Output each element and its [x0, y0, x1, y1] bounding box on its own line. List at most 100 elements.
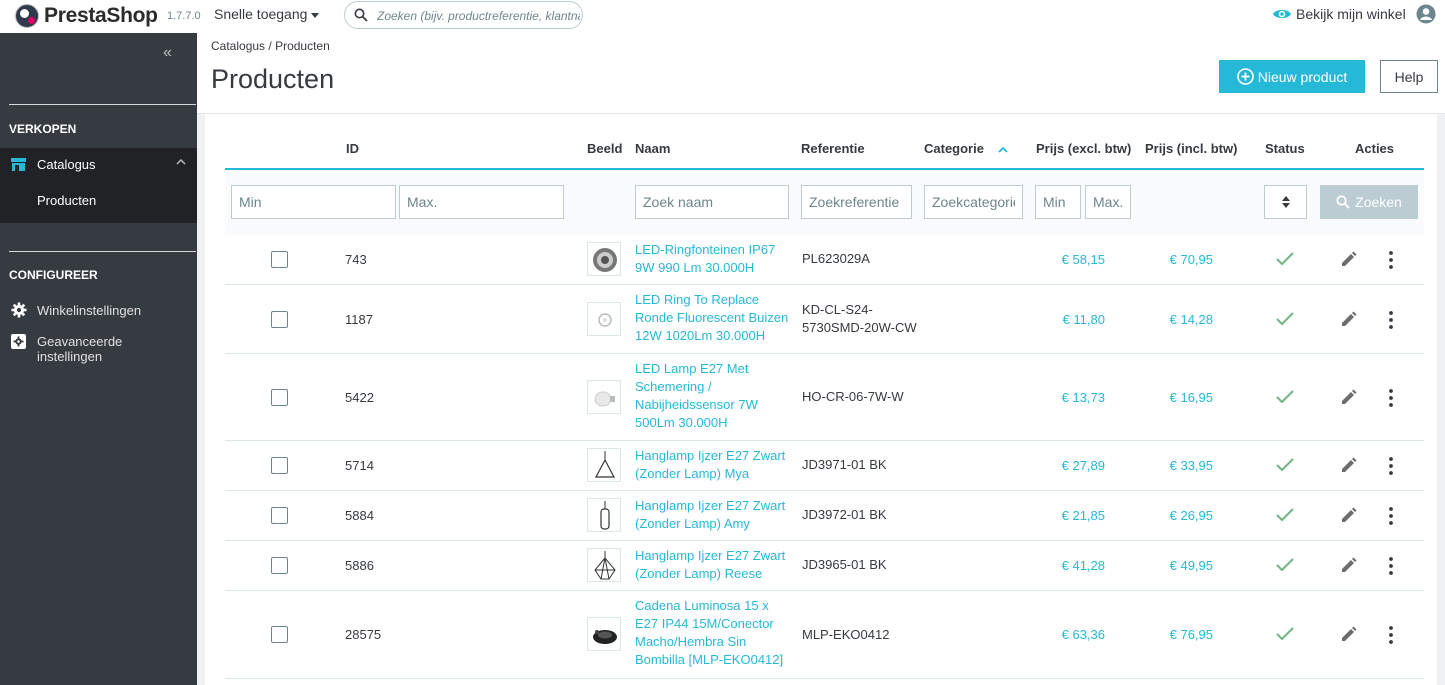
product-name-link[interactable]: LED Ring To Replace Ronde Fluorescent Bu… [635, 291, 791, 345]
table-row[interactable]: 28575 Cadena Luminosa 15 x E27 IP44 15M/… [225, 591, 1424, 679]
new-product-label: Nieuw product [1257, 68, 1348, 85]
price-incl-vat[interactable]: € 76,95 [1151, 627, 1213, 642]
column-header-category[interactable]: Categorie [924, 141, 1008, 156]
status-enabled-check-icon[interactable] [1275, 311, 1295, 327]
more-options-icon[interactable] [1388, 250, 1394, 270]
logo[interactable]: PrestaShop [15, 4, 158, 28]
product-thumbnail [587, 242, 621, 276]
breadcrumb-products: Producten [275, 39, 330, 53]
sidebar-item-shop-settings[interactable]: Winkelinstellingen [0, 300, 197, 320]
row-select-checkbox[interactable] [271, 557, 288, 574]
price-incl-vat[interactable]: € 33,95 [1151, 458, 1213, 473]
page-title: Producten [211, 64, 335, 94]
bulb-image [594, 391, 615, 406]
status-enabled-check-icon[interactable] [1275, 457, 1295, 473]
filter-name-input[interactable] [635, 185, 789, 219]
product-reference: HO-CR-06-7W-W [802, 389, 904, 404]
edit-pencil-icon[interactable] [1340, 311, 1357, 328]
product-name-link[interactable]: Hanglamp Ijzer E27 Zwart (Zonder Lamp) R… [635, 547, 791, 583]
more-options-icon[interactable] [1388, 310, 1394, 330]
row-select-checkbox[interactable] [271, 626, 288, 643]
table-row[interactable]: 1187 LED Ring To Replace Ronde Fluoresce… [225, 285, 1424, 354]
column-header-price-incl[interactable]: Prijs (incl. btw) [1145, 141, 1237, 156]
product-name-link[interactable]: LED-Ringfonteinen IP67 9W 990 Lm 30.000H [635, 241, 791, 277]
account-avatar[interactable] [1416, 4, 1436, 29]
column-header-id[interactable]: ID [346, 141, 359, 156]
sidebar-item-products-label: Producten [37, 193, 97, 208]
help-button[interactable]: Help [1380, 60, 1438, 93]
cable-reel-image [593, 630, 617, 644]
sidebar-item-advanced-settings[interactable]: Geavanceerde instellingen [0, 332, 197, 366]
column-header-name[interactable]: Naam [635, 141, 670, 156]
breadcrumb-separator: / [268, 39, 272, 53]
edit-pencil-icon[interactable] [1340, 457, 1357, 474]
row-select-checkbox[interactable] [271, 388, 288, 406]
more-options-icon[interactable] [1388, 388, 1394, 408]
more-options-icon[interactable] [1388, 625, 1394, 645]
more-options-icon[interactable] [1388, 506, 1394, 526]
quick-access-dropdown[interactable]: Snelle toegang [214, 6, 320, 22]
sidebar-item-catalog[interactable]: Catalogus [0, 148, 197, 183]
filter-id-max-input[interactable] [399, 185, 564, 219]
table-row[interactable]: 5422 LED Lamp E27 Met Schemering / Nabij… [225, 354, 1424, 441]
row-select-checkbox[interactable] [271, 310, 288, 328]
product-name-link[interactable]: Hanglamp Ijzer E27 Zwart (Zonder Lamp) M… [635, 447, 791, 483]
status-enabled-check-icon[interactable] [1275, 389, 1295, 405]
price-incl-vat[interactable]: € 16,95 [1151, 390, 1213, 405]
price-excl-vat[interactable]: € 13,73 [1043, 390, 1105, 405]
filter-price-max-input[interactable] [1085, 185, 1131, 219]
table-row[interactable]: 743 LED-Ringfonteinen IP67 9W 990 Lm 30.… [225, 235, 1424, 285]
row-id: 5886 [345, 558, 374, 573]
more-options-icon[interactable] [1388, 556, 1394, 576]
sidebar-item-products[interactable]: Producten [0, 183, 197, 223]
column-header-price-excl[interactable]: Prijs (excl. btw) [1036, 141, 1131, 156]
edit-pencil-icon[interactable] [1340, 626, 1357, 643]
edit-pencil-icon[interactable] [1340, 557, 1357, 574]
price-incl-vat[interactable]: € 49,95 [1151, 558, 1213, 573]
edit-pencil-icon[interactable] [1340, 507, 1357, 524]
price-excl-vat[interactable]: € 63,36 [1043, 627, 1105, 642]
price-incl-vat[interactable]: € 70,95 [1151, 252, 1213, 267]
table-row[interactable]: 5714 Hanglamp Ijzer E27 Zwart (Zonder La… [225, 441, 1424, 491]
price-excl-vat[interactable]: € 21,85 [1043, 508, 1105, 523]
price-excl-vat[interactable]: € 27,89 [1043, 458, 1105, 473]
more-options-icon[interactable] [1388, 456, 1394, 476]
price-excl-vat[interactable]: € 41,28 [1043, 558, 1105, 573]
row-select-checkbox[interactable] [271, 457, 288, 474]
price-incl-vat[interactable]: € 14,28 [1151, 312, 1213, 327]
product-name-link[interactable]: Cadena Luminosa 15 x E27 IP44 15M/Conect… [635, 597, 791, 669]
edit-pencil-icon[interactable] [1340, 251, 1357, 268]
table-row[interactable]: 5884 Hanglamp Ijzer E27 Zwart (Zonder La… [225, 491, 1424, 541]
search-button[interactable]: Zoeken [1320, 185, 1418, 219]
filter-status-select[interactable] [1264, 185, 1307, 219]
row-select-checkbox[interactable] [271, 251, 288, 268]
status-enabled-check-icon[interactable] [1275, 626, 1295, 642]
new-product-button[interactable]: Nieuw product [1219, 60, 1365, 93]
column-header-reference[interactable]: Referentie [801, 141, 865, 156]
status-enabled-check-icon[interactable] [1275, 557, 1295, 573]
column-header-status[interactable]: Status [1265, 141, 1305, 156]
status-enabled-check-icon[interactable] [1275, 251, 1295, 267]
view-shop-link[interactable]: Bekijk mijn winkel [1272, 6, 1406, 22]
breadcrumb-catalog[interactable]: Catalogus [211, 39, 265, 53]
filter-category-input[interactable] [924, 185, 1023, 219]
row-select-checkbox[interactable] [271, 507, 288, 524]
product-thumbnail [587, 498, 621, 532]
table-row[interactable]: 5886 Hanglamp Ijzer E27 Zwart (Zonder La… [225, 541, 1424, 591]
filter-id-min-input[interactable] [231, 185, 396, 219]
filter-reference-input[interactable] [801, 185, 912, 219]
sidebar-item-catalog-label: Catalogus [37, 157, 96, 172]
collapse-sidebar-icon[interactable]: « [163, 44, 172, 62]
filter-price-min-input[interactable] [1035, 185, 1081, 219]
select-arrows-icon [1282, 196, 1290, 208]
price-excl-vat[interactable]: € 11,80 [1043, 312, 1105, 327]
price-excl-vat[interactable]: € 58,15 [1043, 252, 1105, 267]
global-search-input[interactable] [375, 6, 582, 26]
product-name-link[interactable]: Hanglamp Ijzer E27 Zwart (Zonder Lamp) A… [635, 497, 791, 533]
edit-pencil-icon[interactable] [1340, 389, 1357, 406]
row-id: 5714 [345, 458, 374, 473]
price-incl-vat[interactable]: € 26,95 [1151, 508, 1213, 523]
product-thumbnail [587, 617, 621, 651]
product-name-link[interactable]: LED Lamp E27 Met Schemering / Nabijheids… [635, 360, 791, 432]
status-enabled-check-icon[interactable] [1275, 507, 1295, 523]
